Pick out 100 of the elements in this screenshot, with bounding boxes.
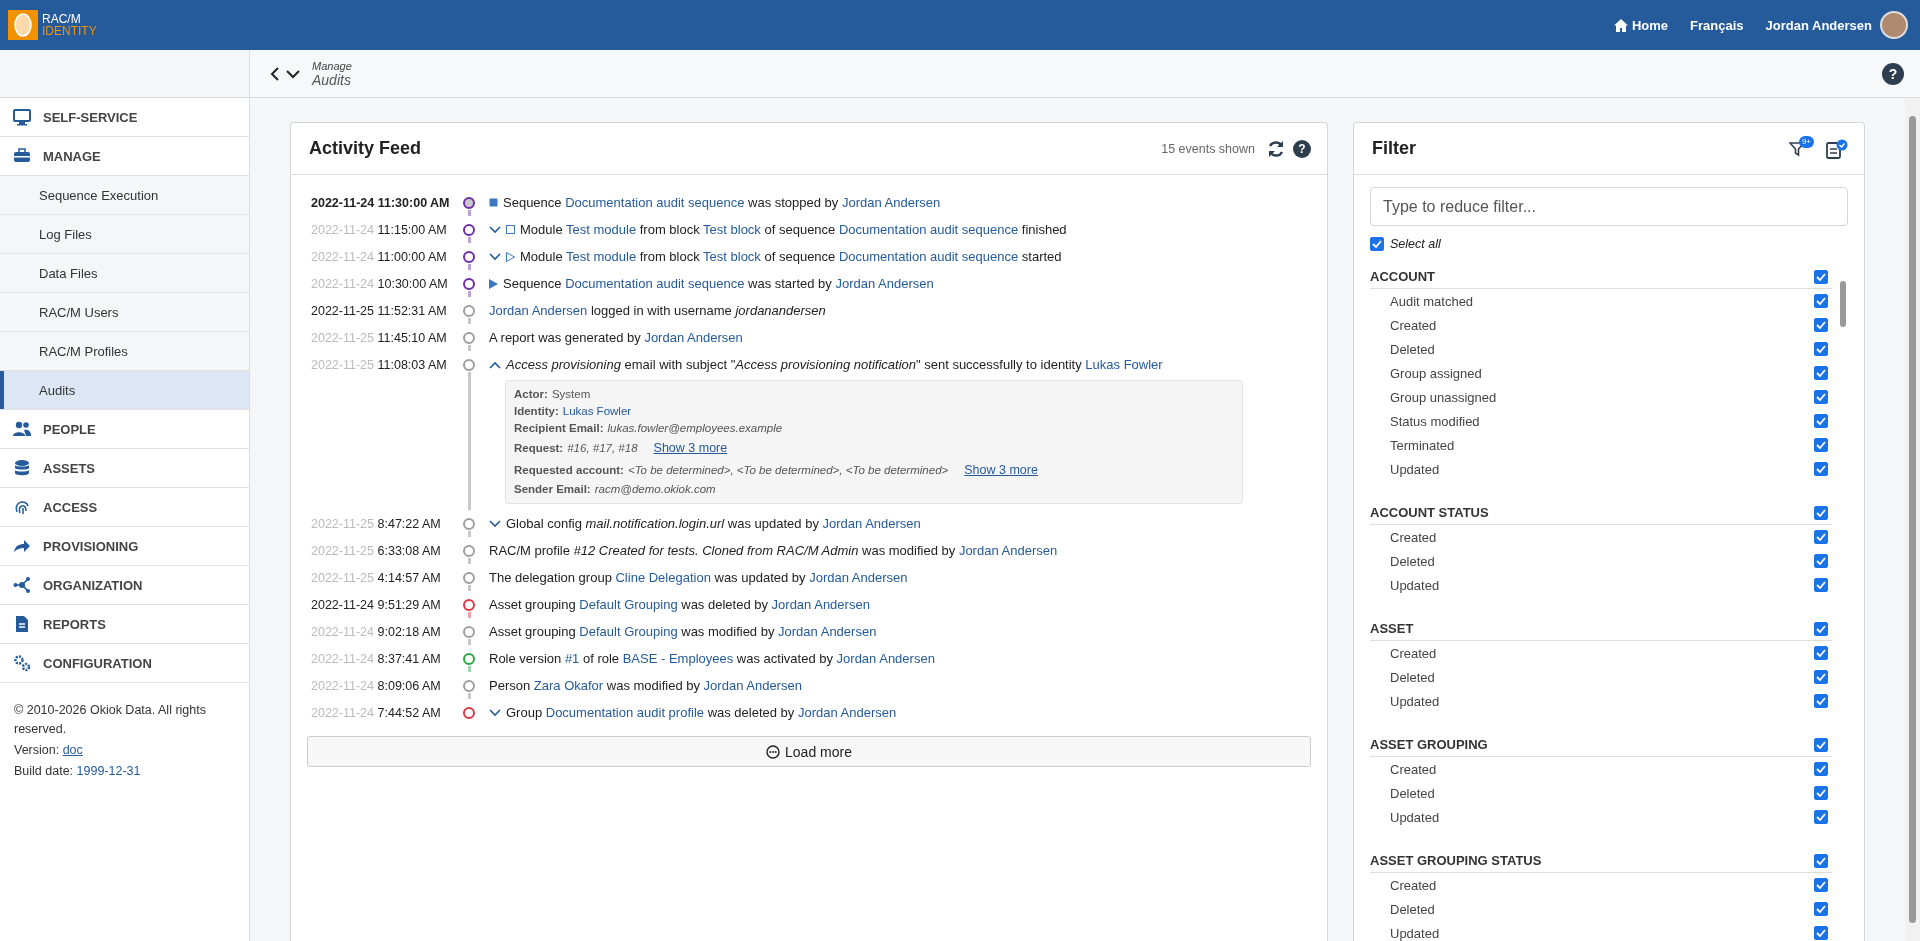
event-timestamp: 2022-11-24 8:09:06 AM bbox=[311, 678, 441, 693]
load-more-button[interactable]: Load more bbox=[307, 736, 1311, 767]
event-timestamp: 2022-11-25 11:45:10 AM bbox=[311, 330, 447, 345]
entity-link[interactable]: BASE - Employees bbox=[622, 651, 734, 666]
checkbox[interactable] bbox=[1814, 318, 1828, 332]
checkbox[interactable] bbox=[1814, 853, 1828, 868]
checkbox[interactable] bbox=[1814, 462, 1828, 476]
help-button[interactable]: ? bbox=[1293, 139, 1311, 158]
checkbox[interactable] bbox=[1814, 554, 1828, 568]
nav-link[interactable]: Français bbox=[1690, 17, 1744, 33]
chevron-down-icon[interactable] bbox=[489, 519, 501, 528]
entity-link[interactable]: Jordan Andersen bbox=[809, 570, 908, 585]
sidebar-subitem[interactable]: RAC/M Profiles bbox=[0, 332, 249, 371]
event-timestamp: 2022-11-25 8:47:22 AM bbox=[311, 516, 441, 531]
checkbox[interactable] bbox=[1370, 237, 1384, 251]
chevron-down-icon[interactable] bbox=[489, 708, 501, 717]
sidebar-item[interactable]: ORGANIZATION bbox=[0, 566, 249, 605]
entity-link[interactable]: Lukas Fowler bbox=[1085, 357, 1163, 372]
event-timestamp: 2022-11-24 9:02:18 AM bbox=[311, 624, 441, 639]
checkbox[interactable] bbox=[1814, 646, 1828, 660]
sidebar-item[interactable]: REPORTS bbox=[0, 605, 249, 644]
entity-link[interactable]: Test block bbox=[703, 249, 761, 264]
entity-link[interactable]: Jordan Andersen bbox=[703, 678, 802, 693]
sidebar-item[interactable]: SELF-SERVICE bbox=[0, 98, 249, 137]
sidebar-subitem[interactable]: Data Files bbox=[0, 254, 249, 293]
version-link[interactable]: doc bbox=[62, 743, 83, 757]
avatar[interactable] bbox=[1880, 11, 1908, 39]
entity-link[interactable]: Test module bbox=[566, 249, 637, 264]
sidebar-item[interactable]: PEOPLE bbox=[0, 410, 249, 449]
checkbox[interactable] bbox=[1814, 578, 1828, 592]
event-message: Access provisioning email with subject "Access provisioning notification" sent successfully to identity Lukas Fowler bbox=[506, 357, 1163, 372]
checkbox[interactable] bbox=[1814, 414, 1828, 428]
checkbox[interactable] bbox=[1814, 505, 1828, 520]
checkbox[interactable] bbox=[1814, 530, 1828, 544]
entity-link[interactable]: Jordan Andersen bbox=[836, 651, 935, 666]
entity-link[interactable]: Documentation audit sequence bbox=[565, 195, 745, 210]
nav-link[interactable]: Home bbox=[1613, 17, 1669, 33]
entity-link[interactable]: Jordan Andersen bbox=[644, 330, 743, 345]
checkbox[interactable] bbox=[1814, 786, 1828, 800]
checkbox[interactable] bbox=[1814, 737, 1828, 752]
back-icon[interactable] bbox=[270, 66, 280, 81]
document-icon bbox=[13, 615, 31, 633]
sidebar-item[interactable]: CONFIGURATION bbox=[0, 644, 249, 683]
checkbox[interactable] bbox=[1814, 926, 1828, 940]
checkbox[interactable] bbox=[1814, 670, 1828, 684]
chevron-down-icon[interactable] bbox=[489, 225, 501, 234]
checkbox[interactable] bbox=[1814, 762, 1828, 776]
entity-link[interactable]: Test block bbox=[703, 222, 761, 237]
filter-search-field[interactable]: Type to reduce filter... bbox=[1370, 187, 1848, 226]
checkbox[interactable] bbox=[1814, 621, 1828, 636]
clipboard-check-icon[interactable] bbox=[1826, 138, 1848, 159]
entity-link[interactable]: Jordan Andersen bbox=[778, 624, 877, 639]
entity-link[interactable]: #1 bbox=[564, 651, 580, 666]
entity-link[interactable]: Lukas Fowler bbox=[562, 403, 632, 420]
sidebar-item[interactable]: ASSETS bbox=[0, 449, 249, 488]
entity-link[interactable]: Cline Delegation bbox=[615, 570, 711, 585]
checkbox[interactable] bbox=[1814, 878, 1828, 892]
checkbox[interactable] bbox=[1814, 269, 1828, 284]
entity-link[interactable]: Jordan Andersen bbox=[958, 543, 1058, 558]
entity-link[interactable]: Jordan Andersen bbox=[771, 597, 870, 612]
detail-label: Request: bbox=[514, 441, 564, 456]
sidebar-subitem[interactable]: Audits bbox=[0, 371, 249, 410]
scrollbar[interactable] bbox=[1905, 98, 1920, 941]
entity-link[interactable]: Documentation audit sequence bbox=[838, 222, 1019, 237]
checkbox[interactable] bbox=[1814, 366, 1828, 380]
entity-link[interactable]: Test module bbox=[566, 222, 637, 237]
filter-option-label: Created bbox=[1390, 877, 1437, 893]
sidebar-subitem[interactable]: Log Files bbox=[0, 215, 249, 254]
sidebar-subitem[interactable]: RAC/M Users bbox=[0, 293, 249, 332]
checkbox[interactable] bbox=[1814, 694, 1828, 708]
entity-link[interactable]: Jordan Andersen bbox=[835, 276, 934, 291]
entity-link[interactable]: Documentation audit sequence bbox=[565, 276, 745, 291]
filter-option-label: Updated bbox=[1390, 461, 1440, 477]
help-button[interactable]: ? bbox=[1882, 62, 1904, 85]
chevron-down-icon[interactable] bbox=[286, 68, 300, 79]
checkbox[interactable] bbox=[1814, 390, 1828, 404]
checkbox[interactable] bbox=[1814, 902, 1828, 916]
entity-link[interactable]: Documentation audit sequence bbox=[838, 249, 1019, 264]
show-more-link[interactable]: Show 3 more bbox=[964, 459, 1038, 481]
sidebar-item[interactable]: ACCESS bbox=[0, 488, 249, 527]
entity-link[interactable]: Jordan Andersen bbox=[822, 516, 921, 531]
refresh-icon[interactable] bbox=[1267, 139, 1285, 158]
sidebar-item[interactable]: PROVISIONING bbox=[0, 527, 249, 566]
show-more-link[interactable]: Show 3 more bbox=[653, 437, 728, 459]
chevron-down-icon[interactable] bbox=[489, 252, 501, 261]
checkbox[interactable] bbox=[1814, 294, 1828, 308]
entity-link[interactable]: Jordan Andersen bbox=[489, 303, 588, 318]
checkbox[interactable] bbox=[1814, 438, 1828, 452]
entity-link[interactable]: Jordan Andersen bbox=[797, 705, 897, 720]
breadcrumb-parent[interactable]: Manage bbox=[312, 59, 352, 72]
entity-link[interactable]: Documentation audit profile bbox=[545, 705, 704, 720]
entity-link[interactable]: Jordan Andersen bbox=[841, 195, 941, 210]
chevron-up-icon[interactable] bbox=[489, 360, 501, 369]
checkbox[interactable] bbox=[1814, 810, 1828, 824]
entity-link[interactable]: Default Grouping bbox=[579, 597, 678, 612]
entity-link[interactable]: Zara Okafor bbox=[533, 678, 604, 693]
checkbox[interactable] bbox=[1814, 342, 1828, 356]
entity-link[interactable]: Default Grouping bbox=[579, 624, 678, 639]
sidebar-subitem[interactable]: Sequence Execution bbox=[0, 176, 249, 215]
user-menu[interactable]: Jordan Andersen bbox=[1765, 17, 1872, 33]
